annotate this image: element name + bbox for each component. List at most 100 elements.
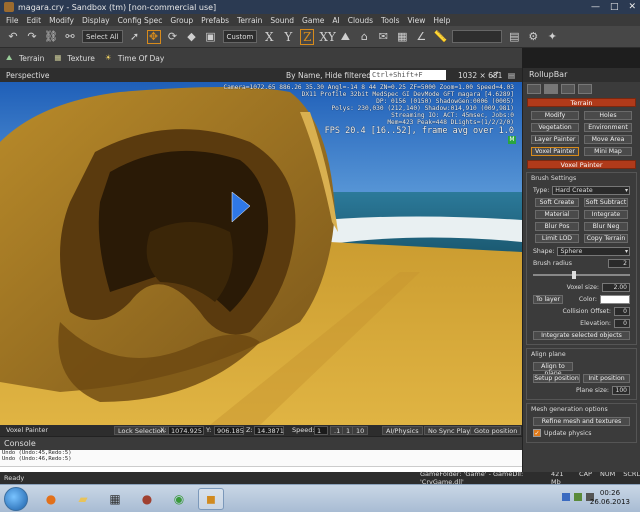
tab-terrain[interactable]: [544, 84, 558, 94]
tab-layers[interactable]: [578, 84, 592, 94]
z-coord-field[interactable]: 14.3871: [254, 426, 284, 435]
viewport-3d[interactable]: Camera=1072.65 886.26 35.30 Angl=-14 8 4…: [0, 82, 522, 425]
copy-terrain-button[interactable]: Copy Terrain: [584, 234, 628, 243]
ai-physics-button[interactable]: AI/Physics: [382, 426, 423, 435]
layer-select[interactable]: [452, 30, 503, 43]
init-position-button[interactable]: Init position: [583, 373, 630, 383]
physics-icon[interactable]: ⚙: [526, 30, 540, 44]
elevation-field[interactable]: 0: [614, 318, 630, 328]
shape-select[interactable]: Sphere: [557, 246, 630, 256]
voxel-size-field[interactable]: 2.00: [602, 282, 630, 292]
viewport-search-input[interactable]: Ctrl+Shift+F: [370, 70, 446, 80]
unlink-icon[interactable]: ⚯: [63, 30, 77, 44]
menu-game[interactable]: Game: [302, 16, 324, 25]
sandbox-task-icon[interactable]: ◼: [198, 488, 224, 510]
undo-icon[interactable]: ↶: [6, 30, 20, 44]
menu-file[interactable]: File: [6, 16, 19, 25]
ruler-icon[interactable]: 📏: [433, 30, 447, 44]
firefox-icon[interactable]: ●: [38, 488, 64, 510]
steam-icon[interactable]: ●: [134, 488, 160, 510]
menu-group[interactable]: Group: [170, 16, 193, 25]
file-explorer-icon[interactable]: ▰: [70, 488, 96, 510]
menu-terrain[interactable]: Terrain: [237, 16, 262, 25]
modify-button[interactable]: Modify: [531, 111, 579, 120]
system-clock[interactable]: 00:26 26.06.2013: [590, 489, 630, 507]
tray-flag-icon[interactable]: [562, 493, 570, 501]
time-of-day-tool[interactable]: ☀ Time Of Day: [105, 53, 164, 63]
start-button[interactable]: [4, 487, 28, 511]
viewport-name[interactable]: Perspective: [6, 71, 49, 80]
move-icon[interactable]: ✥: [146, 29, 161, 44]
move-area-button[interactable]: Move Area: [584, 135, 632, 144]
menu-edit[interactable]: Edit: [27, 16, 42, 25]
brush-radius-field[interactable]: 2: [608, 258, 630, 268]
vegetation-button[interactable]: Vegetation: [531, 123, 579, 132]
axis-x-button[interactable]: X: [262, 30, 276, 44]
tab-objects[interactable]: [527, 84, 541, 94]
soft-subtract-button[interactable]: Soft Subtract: [584, 198, 628, 207]
collision-offset-field[interactable]: 0: [614, 306, 630, 316]
menu-tools[interactable]: Tools: [381, 16, 399, 25]
menu-help[interactable]: Help: [433, 16, 450, 25]
integrate-selected-button[interactable]: Integrate selected objects: [533, 330, 630, 340]
grid-icon[interactable]: ▦: [395, 30, 409, 44]
goto-position-button[interactable]: Goto position: [470, 426, 522, 435]
limit-lod-button[interactable]: Limit LOD: [535, 234, 579, 243]
menu-display[interactable]: Display: [82, 16, 110, 25]
angle-snap-icon[interactable]: ∠: [414, 30, 428, 44]
soft-create-button[interactable]: Soft Create: [535, 198, 579, 207]
menu-clouds[interactable]: Clouds: [348, 16, 373, 25]
selection-mask-select[interactable]: Select All: [82, 30, 123, 43]
axis-xy-button[interactable]: XY: [319, 30, 335, 44]
rotate-icon[interactable]: ⟳: [166, 30, 180, 44]
update-physics-checkbox[interactable]: ✓: [533, 429, 541, 437]
speed-10-button[interactable]: 10: [352, 426, 369, 435]
menu-prefabs[interactable]: Prefabs: [201, 16, 229, 25]
color-swatch[interactable]: [600, 294, 630, 304]
align-to-plane-button[interactable]: Align to plane: [533, 361, 573, 377]
holes-button[interactable]: Holes: [584, 111, 632, 120]
terrain-snap-icon[interactable]: ▣: [204, 30, 218, 44]
slider-knob[interactable]: [571, 271, 576, 279]
link-icon[interactable]: ⛓: [44, 30, 58, 44]
integrate-button[interactable]: Integrate: [584, 210, 628, 219]
select-arrow-icon[interactable]: ➚: [128, 30, 142, 44]
speed-field[interactable]: 1: [314, 426, 328, 435]
axis-z-button[interactable]: Z: [300, 28, 315, 45]
refine-mesh-button[interactable]: Refine mesh and textures: [533, 416, 630, 426]
layer-icon[interactable]: ▤: [507, 30, 521, 44]
plane-size-field[interactable]: 100: [612, 385, 630, 395]
close-button[interactable]: ✕: [628, 2, 636, 12]
texture-tool[interactable]: ▦ Texture: [54, 53, 94, 63]
mail-icon[interactable]: ✉: [376, 30, 390, 44]
snap-object-icon[interactable]: ⌂: [357, 30, 371, 44]
network-app-icon[interactable]: ◉: [166, 488, 192, 510]
mini-map-button[interactable]: Mini Map: [584, 147, 632, 156]
maximize-viewport-icon[interactable]: ⤢: [492, 70, 498, 80]
layer-painter-button[interactable]: Layer Painter: [531, 135, 579, 144]
ai-icon[interactable]: ✦: [545, 30, 559, 44]
scale-icon[interactable]: ◆: [185, 30, 199, 44]
axis-y-button[interactable]: Y: [281, 30, 295, 44]
viewport-menu-icon[interactable]: ▤: [508, 71, 515, 80]
to-layer-button[interactable]: To layer: [533, 294, 563, 304]
brush-radius-slider[interactable]: [533, 271, 630, 279]
tab-display[interactable]: [561, 84, 575, 94]
brush-type-select[interactable]: Hard Create: [552, 185, 630, 195]
material-button[interactable]: Material: [535, 210, 579, 219]
menu-ai[interactable]: AI: [332, 16, 339, 25]
minimize-button[interactable]: —: [591, 2, 600, 12]
redo-icon[interactable]: ↷: [25, 30, 39, 44]
menu-modify[interactable]: Modify: [49, 16, 74, 25]
menu-view[interactable]: View: [408, 16, 426, 25]
terrain-section-header[interactable]: Terrain: [527, 98, 636, 107]
media-player-icon[interactable]: ▦: [102, 488, 128, 510]
voxel-painter-button[interactable]: Voxel Painter: [531, 147, 579, 156]
maximize-button[interactable]: □: [610, 2, 619, 12]
environment-button[interactable]: Environment: [584, 123, 632, 132]
terrain-tool[interactable]: ⛰ Terrain: [6, 53, 44, 63]
voxel-painter-header[interactable]: Voxel Painter: [527, 160, 636, 169]
setup-position-button[interactable]: Setup position: [533, 373, 580, 383]
snap-terrain-icon[interactable]: ⛰: [338, 30, 352, 44]
menu-sound[interactable]: Sound: [270, 16, 294, 25]
